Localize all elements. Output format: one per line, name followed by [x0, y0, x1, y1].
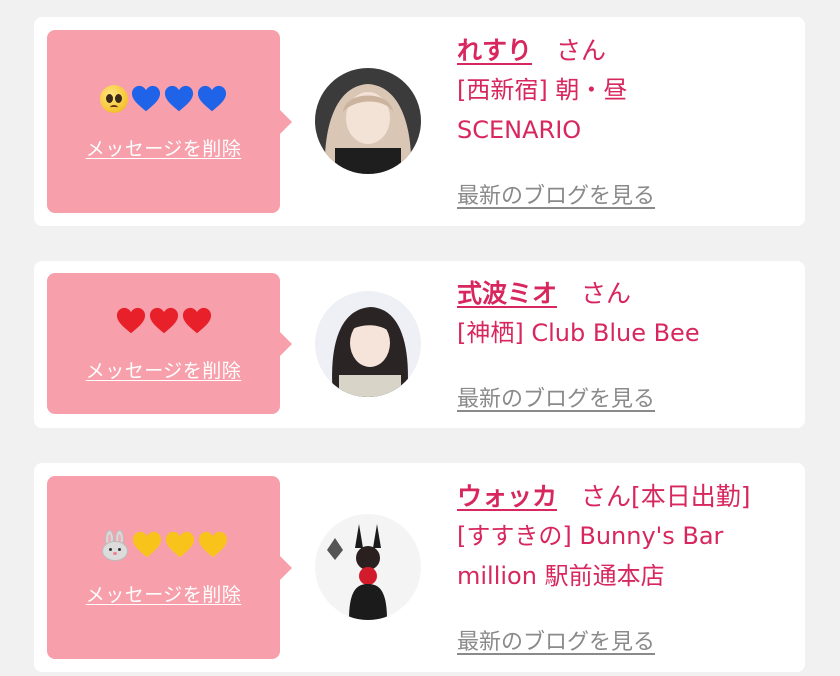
avatar[interactable] [315, 514, 421, 620]
cast-info: ウォッカ さん[本日出勤] [すすきの] Bunny's Bar million … [457, 478, 795, 596]
rabbit-face-icon [99, 530, 129, 561]
message-emoji-row [100, 82, 227, 116]
message-bubble: メッセージを削除 [47, 476, 280, 659]
latest-blog-link[interactable]: 最新のブログを見る [457, 178, 655, 210]
honorific: さん [556, 36, 607, 65]
shop-line: [西新宿] 朝・昼 [457, 76, 628, 104]
message-card: メッセージを削除 ウォッカ さん[本日出勤] [すすきの] Bunny's Bar… [34, 463, 805, 672]
latest-blog-link[interactable]: 最新のブログを見る [457, 624, 655, 656]
shop-line: million 駅前通本店 [457, 562, 665, 590]
honorific: さん [581, 279, 632, 308]
avatar[interactable] [315, 291, 421, 397]
yellow-heart-icon [198, 531, 228, 558]
message-emoji-row [99, 528, 228, 562]
cast-name-link[interactable]: れすり [457, 36, 532, 65]
latest-blog-link[interactable]: 最新のブログを見る [457, 381, 655, 413]
delete-message-link[interactable]: メッセージを削除 [86, 134, 242, 161]
red-heart-icon [149, 307, 178, 334]
cast-info: れすり さん [西新宿] 朝・昼 SCENARIO [457, 32, 795, 150]
cast-name-link[interactable]: 式波ミオ [457, 279, 557, 308]
delete-message-link[interactable]: メッセージを削除 [86, 356, 242, 383]
shop-line: [神栖] Club Blue Bee [457, 319, 700, 347]
yellow-heart-icon [165, 531, 195, 558]
shop-line: [すすきの] Bunny's Bar [457, 522, 724, 550]
message-bubble: メッセージを削除 [47, 30, 280, 213]
blue-heart-icon [164, 85, 194, 112]
blue-heart-icon [197, 85, 227, 112]
message-card: メッセージを削除 れすり さん [西新宿] 朝・昼 SCENARIO 最新のブログ… [34, 17, 805, 226]
shop-line: SCENARIO [457, 116, 582, 144]
avatar[interactable] [315, 68, 421, 174]
pleading-face-icon [100, 85, 128, 113]
cast-name-link[interactable]: ウォッカ [457, 482, 557, 511]
yellow-heart-icon [132, 531, 162, 558]
message-bubble: メッセージを削除 [47, 273, 280, 414]
blue-heart-icon [131, 85, 161, 112]
message-emoji-row [116, 304, 212, 338]
red-heart-icon [116, 307, 145, 334]
message-card: メッセージを削除 式波ミオ さん [神栖] Club Blue Bee 最新のブロ… [34, 261, 805, 428]
delete-message-link[interactable]: メッセージを削除 [86, 580, 242, 607]
red-heart-icon [182, 307, 211, 334]
cast-info: 式波ミオ さん [神栖] Club Blue Bee [457, 275, 795, 353]
honorific: さん[本日出勤] [581, 482, 751, 511]
